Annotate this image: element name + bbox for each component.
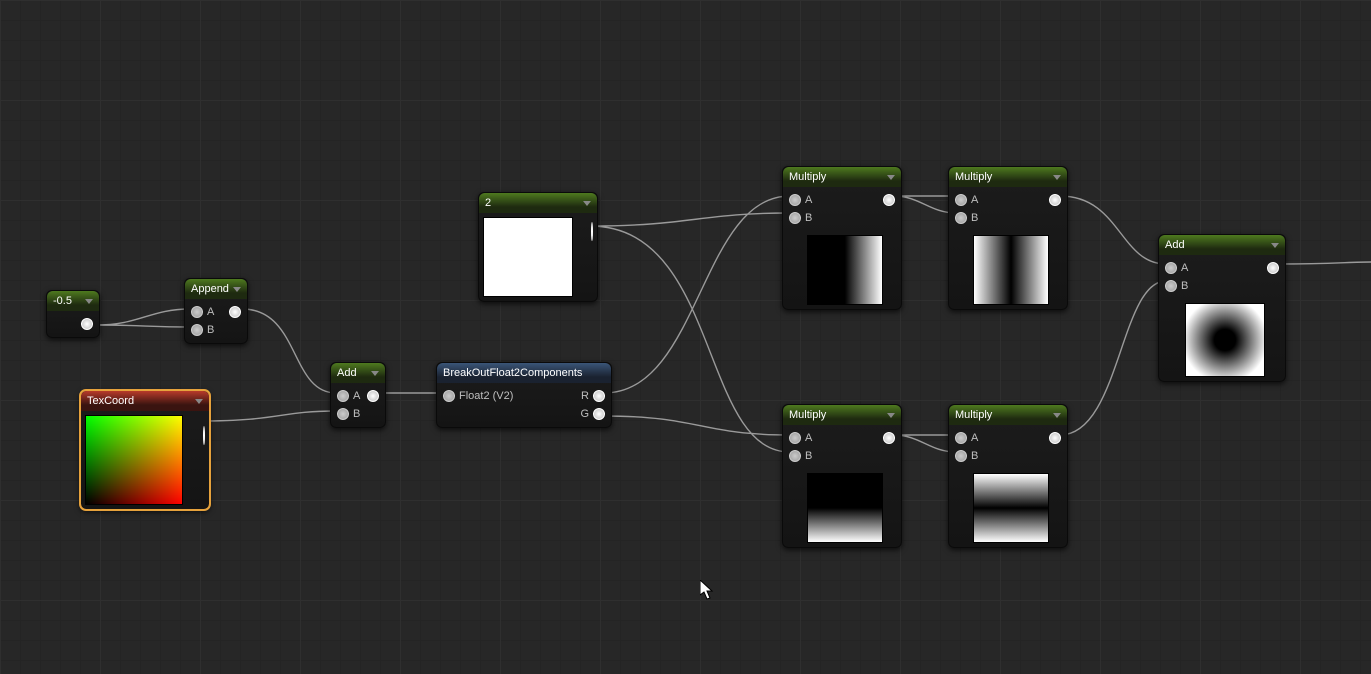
expand-icon[interactable]	[85, 299, 93, 304]
pin-label: R	[581, 390, 589, 402]
pin-label: A	[207, 306, 214, 318]
pin-label: G	[580, 408, 589, 420]
pin-input-b[interactable]	[191, 324, 203, 336]
expand-icon[interactable]	[887, 175, 895, 180]
expand-icon[interactable]	[195, 399, 203, 404]
pin-output[interactable]	[1049, 194, 1061, 206]
expand-icon[interactable]	[887, 413, 895, 418]
pin-label: B	[971, 450, 978, 462]
node-title: Append	[191, 283, 229, 295]
node-constant-neg05[interactable]: -0.5	[46, 290, 100, 338]
pin-input-b[interactable]	[955, 212, 967, 224]
node-multiply-2[interactable]: Multiply A B	[948, 166, 1068, 310]
pin-output-g[interactable]	[593, 408, 605, 420]
expand-icon[interactable]	[583, 201, 591, 206]
node-title: BreakOutFloat2Components	[443, 367, 605, 379]
node-multiply-3[interactable]: Multiply A B	[782, 404, 902, 548]
pin-input-a[interactable]	[337, 390, 349, 402]
pin-label: B	[971, 212, 978, 224]
pin-output[interactable]	[81, 318, 93, 330]
node-multiply-4[interactable]: Multiply A B	[948, 404, 1068, 548]
node-add-1[interactable]: Add A B	[330, 362, 386, 428]
pin-label: Float2 (V2)	[459, 390, 513, 402]
node-append[interactable]: Append A B	[184, 278, 248, 344]
pin-label: B	[353, 408, 360, 420]
expand-icon[interactable]	[1271, 243, 1279, 248]
node-header[interactable]: BreakOutFloat2Components	[437, 363, 611, 383]
pin-input-a[interactable]	[955, 194, 967, 206]
pin-label: B	[805, 450, 812, 462]
pin-label: A	[1181, 262, 1188, 274]
node-header[interactable]: Multiply	[783, 405, 901, 425]
node-preview	[807, 235, 883, 305]
node-preview	[807, 473, 883, 543]
node-title: -0.5	[53, 295, 81, 307]
pin-label: A	[971, 432, 978, 444]
pin-input-a[interactable]	[1165, 262, 1177, 274]
pin-output[interactable]	[591, 222, 593, 241]
pin-label: A	[971, 194, 978, 206]
node-title: Multiply	[789, 171, 883, 183]
node-break-float2[interactable]: BreakOutFloat2Components Float2 (V2) R G	[436, 362, 612, 428]
node-multiply-1[interactable]: Multiply A B	[782, 166, 902, 310]
node-header[interactable]: Multiply	[949, 405, 1067, 425]
pin-output[interactable]	[367, 390, 379, 402]
node-header[interactable]: Add	[1159, 235, 1285, 255]
node-preview	[973, 473, 1049, 543]
node-header[interactable]: Add	[331, 363, 385, 383]
pin-output[interactable]	[883, 432, 895, 444]
pin-label: B	[207, 324, 214, 336]
pin-input-b[interactable]	[789, 212, 801, 224]
node-title: TexCoord	[87, 395, 191, 407]
node-texcoord[interactable]: TexCoord	[80, 390, 210, 510]
pin-input-a[interactable]	[955, 432, 967, 444]
node-preview	[973, 235, 1049, 305]
node-header[interactable]: Append	[185, 279, 247, 299]
node-header[interactable]: 2	[479, 193, 597, 213]
pin-input-a[interactable]	[789, 432, 801, 444]
expand-icon[interactable]	[1053, 413, 1061, 418]
pin-input-a[interactable]	[789, 194, 801, 206]
node-title: Multiply	[789, 409, 883, 421]
pin-label: A	[805, 432, 812, 444]
expand-icon[interactable]	[233, 287, 241, 292]
cursor-icon	[700, 580, 714, 600]
node-preview	[483, 217, 573, 297]
pin-input-b[interactable]	[337, 408, 349, 420]
node-constant-2[interactable]: 2	[478, 192, 598, 302]
node-preview	[1185, 303, 1265, 377]
pin-label: A	[805, 194, 812, 206]
node-header[interactable]: TexCoord	[81, 391, 209, 411]
node-preview	[85, 415, 183, 505]
pin-output[interactable]	[883, 194, 895, 206]
node-title: Multiply	[955, 409, 1049, 421]
material-graph-canvas[interactable]: -0.5 Append A B	[0, 0, 1371, 674]
pin-label: A	[353, 390, 360, 402]
node-header[interactable]: Multiply	[949, 167, 1067, 187]
pin-output[interactable]	[1049, 432, 1061, 444]
pin-label: B	[805, 212, 812, 224]
node-header[interactable]: -0.5	[47, 291, 99, 311]
pin-label: B	[1181, 280, 1188, 292]
pin-output[interactable]	[1267, 262, 1279, 274]
node-title: 2	[485, 197, 579, 209]
pin-output[interactable]	[229, 306, 241, 318]
pin-input-b[interactable]	[1165, 280, 1177, 292]
node-title: Add	[337, 367, 367, 379]
pin-input-float2[interactable]	[443, 390, 455, 402]
node-title: Add	[1165, 239, 1267, 251]
pin-input-b[interactable]	[955, 450, 967, 462]
node-title: Multiply	[955, 171, 1049, 183]
expand-icon[interactable]	[1053, 175, 1061, 180]
node-add-2[interactable]: Add A B	[1158, 234, 1286, 382]
pin-input-b[interactable]	[789, 450, 801, 462]
pin-output[interactable]	[203, 426, 205, 445]
pin-output-r[interactable]	[593, 390, 605, 402]
node-header[interactable]: Multiply	[783, 167, 901, 187]
pin-input-a[interactable]	[191, 306, 203, 318]
expand-icon[interactable]	[371, 371, 379, 376]
